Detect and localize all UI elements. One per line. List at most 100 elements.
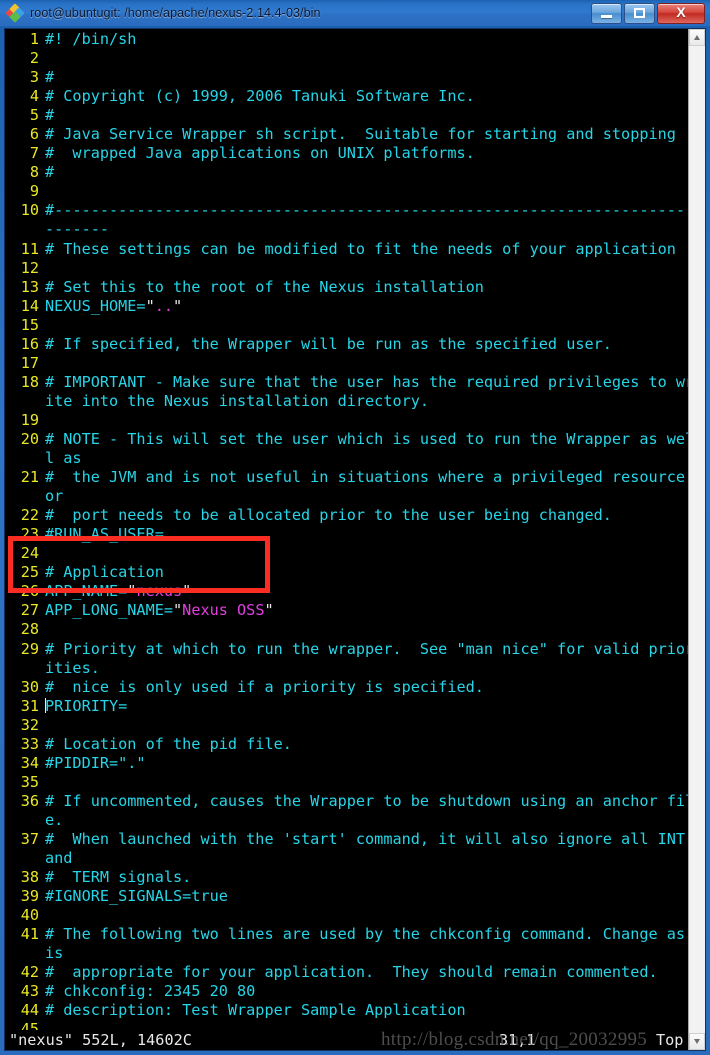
line-number: 14 — [20, 296, 39, 315]
code-line-wrapped: e. — [9, 811, 687, 830]
code-token: APP_NAME= — [45, 582, 128, 601]
maximize-button[interactable] — [624, 2, 655, 24]
minimize-button[interactable] — [591, 2, 622, 24]
putty-diamond-icon — [5, 3, 25, 23]
code-line: 14 NEXUS_HOME=".." — [9, 297, 687, 316]
code-token: ite into the Nexus installation director… — [45, 391, 430, 410]
screenshot-root: root@ubuntugit: /home/apache/nexus-2.14.… — [0, 0, 710, 1055]
line-number: 16 — [20, 334, 39, 353]
line-number: 13 — [20, 277, 39, 296]
line-number: 21 — [20, 468, 39, 487]
code-line: 28 — [9, 620, 687, 639]
code-line: 1 #! /bin/sh — [9, 30, 687, 49]
code-line: 16 # If specified, the Wrapper will be ru… — [9, 335, 687, 354]
code-line: 8 # — [9, 163, 687, 182]
line-number: 44 — [20, 1001, 39, 1020]
code-token: #! /bin/sh — [45, 30, 137, 48]
code-line: 31 PRIORITY= — [9, 697, 687, 716]
line-number: 18 — [20, 372, 39, 391]
code-token: # Java Service Wrapper sh script. Suitab… — [45, 125, 676, 144]
code-token: # Application — [45, 563, 164, 582]
code-token: l as — [45, 449, 82, 468]
code-line: 33 # Location of the pid file. — [9, 735, 687, 754]
line-number: 5 — [29, 106, 39, 125]
code-token: # Set this to the root of the Nexus inst… — [45, 277, 484, 296]
code-line: 43 # chkconfig: 2345 20 80 — [9, 982, 687, 1001]
code-line: 7 # wrapped Java applications on UNIX pla… — [9, 144, 687, 163]
code-token: # appropriate for your application. They… — [45, 963, 658, 982]
code-line: 29 # Priority at which to run the wrapper… — [9, 639, 689, 659]
code-line: 4 # Copyright (c) 1999, 2006 Tanuki Softw… — [9, 87, 687, 106]
line-number: 1 — [29, 30, 39, 48]
code-token: e. — [45, 810, 64, 829]
code-line: 6 # Java Service Wrapper sh script. Suita… — [9, 125, 687, 144]
line-number: 25 — [20, 563, 39, 582]
code-line: 5 # — [9, 106, 687, 125]
code-token: APP_LONG_NAME= — [45, 601, 174, 620]
line-number: 3 — [29, 68, 39, 87]
code-line: 32 — [9, 716, 687, 735]
line-number: 4 — [29, 87, 39, 106]
line-number: 29 — [20, 639, 39, 658]
code-line: 21 # the JVM and is not useful in situati… — [9, 468, 687, 487]
code-token: #IGNORE_SIGNALS=true — [45, 887, 228, 906]
code-line: 22 # port needs to be allocated prior to … — [9, 506, 687, 525]
code-line-wrapped: ite into the Nexus installation director… — [9, 392, 687, 411]
scroll-up-arrow-icon[interactable] — [689, 29, 705, 46]
editor-text-area[interactable]: 1 #! /bin/sh 2 3 #4 # Copyright (c) 1999, 200… — [9, 30, 689, 1039]
line-number: 31 — [20, 696, 39, 715]
vertical-scrollbar[interactable] — [688, 29, 705, 1050]
line-number: 36 — [20, 791, 39, 810]
code-line: 38 # TERM signals. — [9, 868, 687, 887]
line-number: 42 — [20, 963, 39, 982]
line-number: 17 — [20, 353, 39, 372]
code-line: 2 — [9, 49, 687, 68]
code-line: 20 # NOTE - This will set the user which … — [9, 430, 689, 449]
window-title: root@ubuntugit: /home/apache/nexus-2.14.… — [30, 6, 321, 20]
code-line: 24 — [9, 544, 687, 563]
code-line-wrapped: ities. — [9, 659, 687, 678]
code-line: 26 APP_NAME="nexus" — [9, 582, 687, 601]
code-line: 3 # — [9, 68, 687, 87]
code-line-wrapped: l as — [9, 449, 687, 468]
close-button[interactable]: X — [657, 2, 705, 24]
code-token: # — [45, 106, 55, 125]
code-token: " — [182, 582, 192, 601]
line-number: 28 — [20, 620, 39, 639]
code-line: 9 — [9, 182, 687, 201]
scroll-down-arrow-icon[interactable] — [689, 1033, 705, 1050]
code-line: 27 APP_LONG_NAME="Nexus OSS" — [9, 601, 687, 620]
code-line-wrapped: is — [9, 944, 687, 963]
line-number: 8 — [29, 163, 39, 182]
line-number: 24 — [20, 544, 39, 563]
code-token: # When launched with the 'start' command… — [45, 829, 686, 848]
maximize-icon — [634, 7, 645, 18]
terminal-window: root@ubuntugit: /home/apache/nexus-2.14.… — [0, 0, 710, 1055]
window-titlebar[interactable]: root@ubuntugit: /home/apache/nexus-2.14.… — [0, 0, 710, 26]
scrollbar-track[interactable] — [689, 46, 705, 1033]
watermark-text: http://blog.csdn.net/qq_20032995 — [381, 1029, 648, 1050]
code-token: # the JVM and is not useful in situation… — [45, 468, 686, 487]
line-number: 22 — [20, 506, 39, 525]
code-line: 10 #-------------------------------------… — [9, 201, 687, 220]
line-number: 7 — [29, 144, 39, 163]
line-number: 32 — [20, 715, 39, 734]
code-line: 34 #PIDDIR="." — [9, 754, 687, 773]
code-token: #RUN_AS_USER= — [45, 525, 164, 544]
terminal-body: 1 #! /bin/sh 2 3 #4 # Copyright (c) 1999, 200… — [4, 28, 706, 1051]
code-token: # chkconfig: 2345 20 80 — [45, 982, 256, 1001]
code-token: # description: Test Wrapper Sample Appli… — [45, 1001, 466, 1020]
code-line: 42 # appropriate for your application. Th… — [9, 963, 687, 982]
code-token: # If specified, the Wrapper will be run … — [45, 334, 612, 353]
line-number: 15 — [20, 315, 39, 334]
code-token: .. — [154, 296, 174, 315]
vim-editor-pane[interactable]: 1 #! /bin/sh 2 3 #4 # Copyright (c) 1999, 200… — [5, 29, 689, 1050]
code-line: 17 — [9, 354, 687, 373]
close-icon: X — [676, 3, 686, 20]
code-token: " — [173, 296, 183, 315]
status-scroll-state: Top — [656, 1031, 684, 1049]
code-line-wrapped: ------- — [9, 220, 687, 239]
code-token: ities. — [45, 658, 100, 677]
code-line: 25 # Application — [9, 563, 687, 582]
code-token: ------- — [45, 220, 110, 239]
